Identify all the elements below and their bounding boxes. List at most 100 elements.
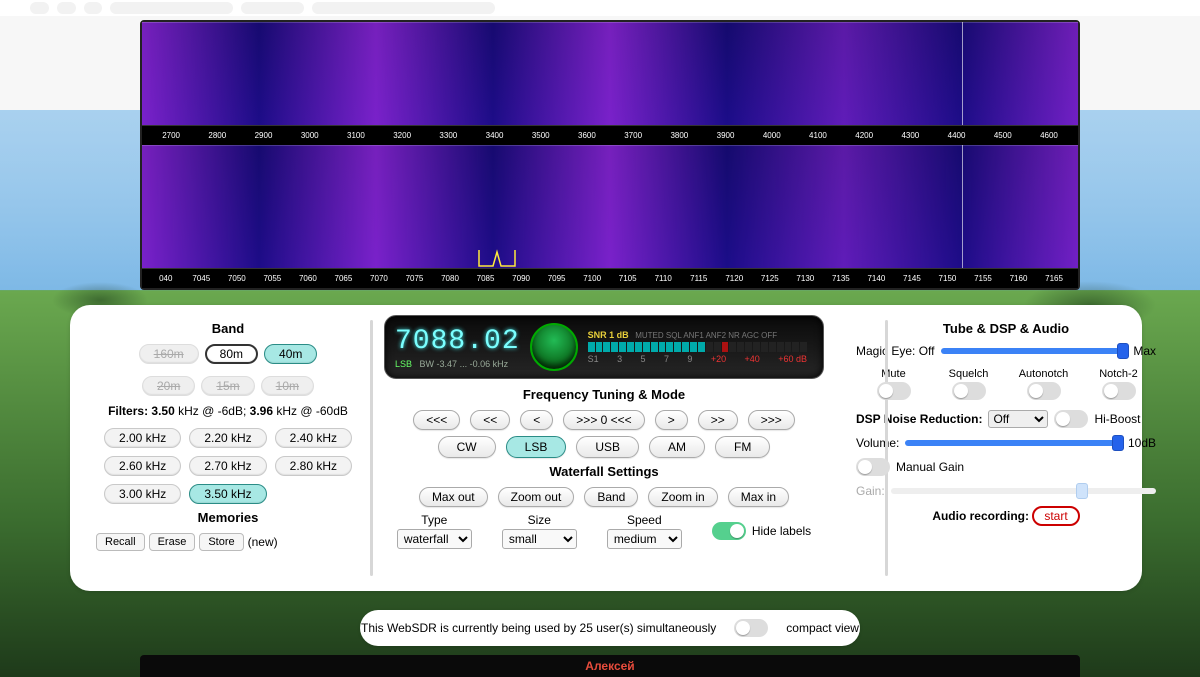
size-label: Size — [502, 513, 577, 527]
wf-band-button[interactable]: Band — [584, 487, 638, 507]
audio-title: Tube & DSP & Audio — [856, 321, 1156, 336]
filter-buttons: 2.00 kHz 2.20 kHz 2.40 kHz 2.60 kHz 2.70 kHz… — [94, 428, 362, 504]
wf-zoom-out-button[interactable]: Zoom out — [498, 487, 575, 507]
status-bar: This WebSDR is currently being used by 2… — [360, 610, 860, 646]
filters-info: Filters: 3.50 kHz @ -6dB; 3.96 kHz @ -60… — [94, 404, 362, 418]
hide-labels-toggle[interactable] — [712, 522, 746, 540]
manual-gain-label: Manual Gain — [896, 460, 964, 474]
volume-value: 10dB — [1128, 436, 1156, 450]
autonotch-label: Autonotch — [1006, 368, 1081, 380]
tuning-knob[interactable] — [530, 323, 578, 371]
type-select[interactable]: waterfall — [397, 529, 472, 549]
frequency-readout[interactable]: 7088.02 — [395, 326, 520, 357]
speed-label: Speed — [607, 513, 682, 527]
audio-column: Tube & DSP & Audio Magic Eye: Off Max Mu… — [840, 315, 1160, 581]
erase-button[interactable]: Erase — [149, 533, 196, 551]
control-panel: Band 160m 80m 40m 20m 15m 10m Filters: 3.50 k… — [70, 305, 1142, 591]
mode-lsb-button[interactable]: LSB — [506, 436, 567, 458]
wf-zoom-in-button[interactable]: Zoom in — [648, 487, 717, 507]
lcd-subinfo: LSB BW -3.47 ... -0.06 kHz — [395, 359, 520, 369]
s-meter: SNR 1 dB MUTED SQL ANF1 ANF2 NR AGC OFF … — [588, 330, 807, 364]
tune-step-button[interactable]: >>> — [748, 410, 795, 430]
notch2-toggle[interactable] — [1102, 382, 1136, 400]
wf-max-out-button[interactable]: Max out — [419, 487, 488, 507]
filter-3.50kHz[interactable]: 3.50 kHz — [189, 484, 266, 504]
mode-usb-button[interactable]: USB — [576, 436, 639, 458]
tune-step-button[interactable]: >>> 0 <<< — [563, 410, 644, 430]
store-button[interactable]: Store — [199, 533, 243, 551]
memory-row: Recall Erase Store (new) — [94, 533, 362, 551]
band-buttons: 160m 80m 40m 20m 15m 10m — [94, 344, 362, 396]
mode-buttons: CW LSB USB AM FM — [384, 436, 824, 458]
magic-eye-label: Magic Eye: Off — [856, 344, 935, 358]
compact-toggle[interactable] — [734, 619, 768, 637]
tuning-buttons: <<<<<<>>> 0 <<<>>>>>> — [384, 410, 824, 430]
band-40m[interactable]: 40m — [264, 344, 317, 364]
hiboost-toggle[interactable] — [1054, 410, 1088, 428]
gain-label: Gain: — [856, 484, 885, 498]
filter-2.70kHz[interactable]: 2.70 kHz — [189, 456, 266, 476]
wfset-title: Waterfall Settings — [384, 464, 824, 479]
band-title: Band — [94, 321, 362, 336]
compact-label: compact view — [786, 621, 859, 635]
upper-freq-scale: 2700280029003000310032003300340035003600… — [142, 125, 1078, 145]
lower-spectrogram[interactable] — [142, 145, 1078, 268]
filter-2.40kHz[interactable]: 2.40 kHz — [275, 428, 352, 448]
mute-label: Mute — [856, 368, 931, 380]
dspnr-select[interactable]: Off — [988, 410, 1048, 428]
mode-cw-button[interactable]: CW — [438, 436, 496, 458]
lower-freq-scale: 0407045705070557060706570707075708070857… — [142, 268, 1078, 288]
magic-eye-slider[interactable] — [941, 348, 1128, 354]
squelch-label: Squelch — [931, 368, 1006, 380]
user-count: This WebSDR is currently being used by 2… — [361, 621, 716, 635]
filter-2.60kHz[interactable]: 2.60 kHz — [104, 456, 181, 476]
lcd-display: 7088.02 LSB BW -3.47 ... -0.06 kHz SNR 1… — [384, 315, 824, 379]
volume-slider[interactable] — [905, 440, 1122, 446]
tune-step-button[interactable]: > — [655, 410, 688, 430]
band-10m: 10m — [261, 376, 314, 396]
wf-max-in-button[interactable]: Max in — [728, 487, 789, 507]
waterfall-buttons: Max out Zoom out Band Zoom in Max in — [384, 487, 824, 507]
gain-slider[interactable] — [891, 488, 1156, 494]
band-column: Band 160m 80m 40m 20m 15m 10m Filters: 3.50 k… — [88, 315, 368, 581]
username-bar: Алексей — [140, 655, 1080, 677]
type-label: Type — [397, 513, 472, 527]
mode-am-button[interactable]: AM — [649, 436, 705, 458]
mode-fm-button[interactable]: FM — [715, 436, 770, 458]
squelch-toggle[interactable] — [952, 382, 986, 400]
recording-label: Audio recording: — [932, 509, 1029, 523]
tuning-title: Frequency Tuning & Mode — [384, 387, 824, 402]
filter-2.00kHz[interactable]: 2.00 kHz — [104, 428, 181, 448]
tune-step-button[interactable]: <<< — [413, 410, 460, 430]
manual-gain-toggle[interactable] — [856, 458, 890, 476]
waterfall-display[interactable]: 2700280029003000310032003300340035003600… — [140, 20, 1080, 290]
memories-title: Memories — [94, 510, 362, 525]
tune-step-button[interactable]: < — [520, 410, 553, 430]
center-column: 7088.02 LSB BW -3.47 ... -0.06 kHz SNR 1… — [368, 315, 840, 581]
band-20m: 20m — [142, 376, 195, 396]
mute-toggle[interactable] — [877, 382, 911, 400]
filter-2.80kHz[interactable]: 2.80 kHz — [275, 456, 352, 476]
band-160m: 160m — [139, 344, 199, 364]
top-config-bar — [0, 0, 1200, 16]
record-start-button[interactable]: start — [1032, 506, 1079, 526]
notch2-label: Notch-2 — [1081, 368, 1156, 380]
filter-3.00kHz[interactable]: 3.00 kHz — [104, 484, 181, 504]
passband-marker[interactable] — [477, 248, 517, 268]
band-15m: 15m — [201, 376, 254, 396]
memory-new-label: (new) — [248, 535, 278, 549]
tune-step-button[interactable]: << — [470, 410, 510, 430]
hide-labels-label: Hide labels — [752, 524, 811, 538]
upper-spectrogram[interactable] — [142, 22, 1078, 125]
filter-2.20kHz[interactable]: 2.20 kHz — [189, 428, 266, 448]
size-select[interactable]: small — [502, 529, 577, 549]
tune-step-button[interactable]: >> — [698, 410, 738, 430]
band-80m[interactable]: 80m — [205, 344, 258, 364]
speed-select[interactable]: medium — [607, 529, 682, 549]
volume-label: Volume: — [856, 436, 899, 450]
dspnr-label: DSP Noise Reduction: — [856, 412, 982, 426]
recall-button[interactable]: Recall — [96, 533, 145, 551]
autonotch-toggle[interactable] — [1027, 382, 1061, 400]
hiboost-label: Hi-Boost — [1094, 412, 1140, 426]
magic-max-label: Max — [1133, 344, 1156, 358]
